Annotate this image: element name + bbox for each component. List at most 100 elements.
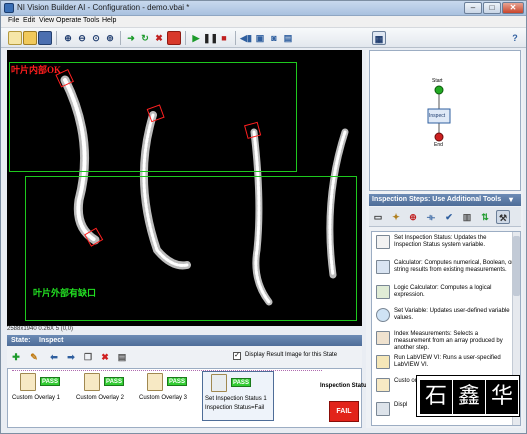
traffic-light-icon xyxy=(211,374,227,392)
state-header: State: Inspect xyxy=(7,335,362,346)
item-name: Set Variable: xyxy=(394,308,428,314)
arrow-right-icon[interactable]: ➡ xyxy=(64,350,78,364)
measure-category-icon[interactable]: ⟛ xyxy=(424,210,438,224)
traffic-light-icon xyxy=(376,235,390,249)
minimize-button[interactable]: – xyxy=(464,2,482,14)
app-icon xyxy=(4,3,14,13)
delete-icon[interactable]: ✖ xyxy=(98,350,112,364)
step-custom-overlay-2[interactable]: PASS Custom Overlay 2 xyxy=(76,371,138,415)
toolbar-separator xyxy=(120,31,121,45)
menu-operate[interactable]: Operate xyxy=(56,17,81,24)
stop-square-icon[interactable] xyxy=(167,31,181,45)
acquire-category-icon[interactable]: ▭ xyxy=(371,210,385,224)
communicate-category-icon[interactable]: ⇅ xyxy=(478,210,492,224)
state-diagram[interactable]: Start Inspect End xyxy=(369,50,521,191)
collapse-icon[interactable]: ▾ xyxy=(509,195,513,204)
window-title: NI Vision Builder AI - Configuration - d… xyxy=(17,3,190,12)
title-bar: NI Vision Builder AI - Configuration - d… xyxy=(1,1,526,16)
pass-badge: PASS xyxy=(167,377,187,386)
roi-outer xyxy=(25,176,357,321)
step-set-inspection-status-1[interactable]: PASS Set Inspection Status 1 Inspection … xyxy=(202,371,274,421)
zoom-actual-icon[interactable]: ⊚ xyxy=(103,31,117,45)
zoom-fit-icon[interactable]: ⊙ xyxy=(89,31,103,45)
labview-icon xyxy=(376,355,390,369)
display-result-checkbox[interactable]: ✓ xyxy=(233,352,241,360)
edit-step-icon[interactable]: ✎ xyxy=(27,350,41,364)
step-label: Set Inspection Status 1 xyxy=(205,396,267,402)
index-icon xyxy=(376,331,390,345)
item-name: Set Inspection Status: xyxy=(394,235,453,241)
overlay-step-icon xyxy=(84,373,100,391)
pass-badge: PASS xyxy=(104,377,124,386)
item-name: Logic Calculator: xyxy=(394,285,439,291)
calculator-icon xyxy=(376,260,390,274)
pass-badge: PASS xyxy=(231,378,251,387)
menu-file[interactable]: File xyxy=(8,17,19,24)
custom-overlay-icon xyxy=(376,378,390,392)
tools-panel-title: Inspection Steps: Use Additional Tools xyxy=(372,196,502,203)
item-name: Displ xyxy=(394,402,408,408)
maximize-button[interactable]: □ xyxy=(483,2,501,14)
identify-category-icon[interactable]: ▥ xyxy=(460,210,474,224)
item-name: Custo xyxy=(394,378,410,384)
add-step-icon[interactable]: ✚ xyxy=(9,350,23,364)
pause-icon[interactable]: ❚❚ xyxy=(203,31,218,45)
open-icon[interactable] xyxy=(23,31,37,45)
zoom-in-icon[interactable]: ⊕ xyxy=(61,31,75,45)
state-label: State: xyxy=(11,337,31,344)
enhance-category-icon[interactable]: ✦ xyxy=(389,210,403,224)
loop-icon[interactable]: ↻ xyxy=(138,31,152,45)
display-icon xyxy=(376,402,390,416)
inspection-status-label: Inspection Status xyxy=(319,383,370,389)
item-name: Calculator: xyxy=(394,260,423,266)
camera-icon[interactable]: ◙ xyxy=(267,31,281,45)
locate-category-icon[interactable]: ⊕ xyxy=(406,210,420,224)
label-outer-defect: 叶片外部有缺口 xyxy=(33,288,97,298)
step-back-icon[interactable]: ◀▮ xyxy=(239,31,253,45)
item-name: Run LabVIEW VI: xyxy=(394,355,442,361)
tool-category-bar: ▭ ✦ ⊕ ⟛ ✔ ▥ ⇅ ⚒ xyxy=(369,207,521,227)
inspection-status-indicator: FAIL xyxy=(329,401,359,422)
help-icon[interactable]: ? xyxy=(508,31,522,45)
flow-node-inspect[interactable]: Inspect xyxy=(429,113,445,119)
menu-edit[interactable]: Edit xyxy=(23,17,35,24)
flow-start: Start xyxy=(432,78,443,84)
overlay-step-icon xyxy=(147,373,163,391)
image-display[interactable]: 叶片内部OK 叶片外部有缺口 xyxy=(7,50,362,326)
label-inner-ok: 叶片内部OK xyxy=(11,65,62,75)
state-diagram-icon[interactable]: ▦ xyxy=(372,31,386,45)
run-icon[interactable]: ▶ xyxy=(189,31,203,45)
display-result-label: Display Result Image for this State xyxy=(245,352,338,358)
watermark-char: 鑫 xyxy=(453,380,485,414)
inspection-steps-strip: PASS Custom Overlay 1 PASS Custom Overla… xyxy=(7,368,362,428)
copy-icon[interactable]: ❐ xyxy=(81,350,95,364)
add-state-icon[interactable]: ➜ xyxy=(124,31,138,45)
item-name: Index Measurements: xyxy=(394,331,452,337)
toolbar-separator xyxy=(235,31,236,45)
step-custom-overlay-1[interactable]: PASS Custom Overlay 1 xyxy=(12,371,74,415)
menu-bar: File Edit View Operate Tools Help xyxy=(1,16,526,28)
image-icon[interactable]: ▣ xyxy=(253,31,267,45)
scrollbar-thumb[interactable] xyxy=(513,236,520,296)
arrow-left-icon[interactable]: ⬅ xyxy=(47,350,61,364)
new-icon[interactable] xyxy=(8,31,22,45)
app-window: NI Vision Builder AI - Configuration - d… xyxy=(0,0,527,434)
step-custom-overlay-3[interactable]: PASS Custom Overlay 3 xyxy=(139,371,201,415)
image-status: 2588x1940 0.26X 5 (0,0) xyxy=(7,326,74,332)
close-button[interactable]: ✕ xyxy=(502,2,524,14)
zoom-out-icon[interactable]: ⊖ xyxy=(75,31,89,45)
stop-icon[interactable]: ■ xyxy=(217,31,231,45)
menu-help[interactable]: Help xyxy=(102,17,116,24)
paste-icon[interactable]: ▤ xyxy=(115,350,129,364)
watermark-char: 华 xyxy=(486,380,518,414)
watermark-char: 石 xyxy=(420,380,452,414)
additional-tools-icon[interactable]: ⚒ xyxy=(496,210,510,224)
remove-icon[interactable]: ✖ xyxy=(152,31,166,45)
step-label: Custom Overlay 3 xyxy=(139,395,188,401)
save-icon[interactable] xyxy=(38,31,52,45)
overlay-icon[interactable]: ▤ xyxy=(281,31,295,45)
overlay-step-icon xyxy=(20,373,36,391)
menu-tools[interactable]: Tools xyxy=(83,17,99,24)
check-category-icon[interactable]: ✔ xyxy=(442,210,456,224)
menu-view[interactable]: View xyxy=(39,17,54,24)
